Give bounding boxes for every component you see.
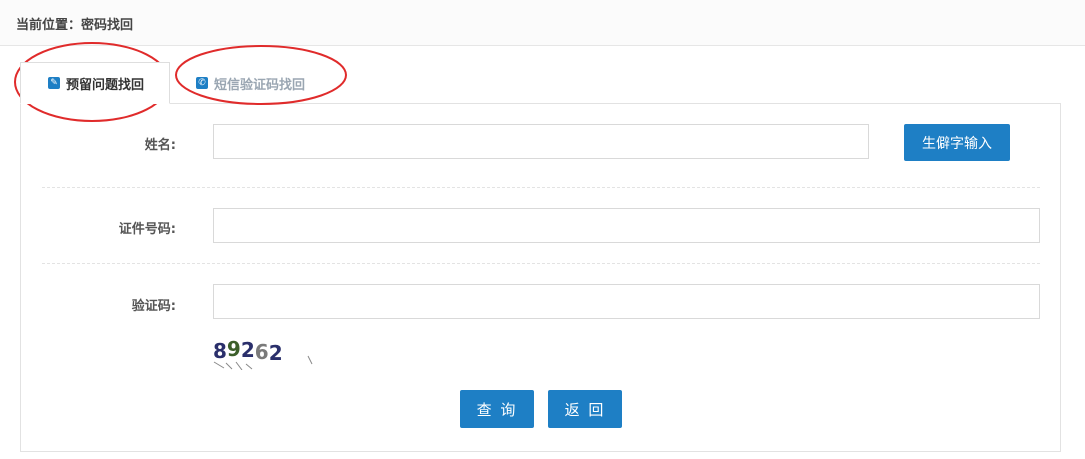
captcha-input[interactable] [213, 284, 1040, 319]
captcha-image[interactable]: 89262 [212, 336, 322, 370]
tab-sms-code[interactable]: ✆ 短信验证码找回 [186, 62, 346, 104]
rare-char-input-button[interactable]: 生僻字输入 [904, 124, 1010, 161]
tab-preset-question[interactable]: ✎ 预留问题找回 [20, 62, 170, 104]
back-button[interactable]: 返 回 [548, 390, 622, 428]
tab-label: 短信验证码找回 [214, 77, 306, 93]
tab-label: 预留问题找回 [66, 77, 145, 93]
captcha-text: 89262 [213, 337, 283, 365]
divider [42, 263, 1040, 264]
divider [42, 187, 1040, 188]
breadcrumb: 当前位置：密码找回 [16, 18, 134, 33]
top-bar: 当前位置：密码找回 [0, 0, 1085, 46]
name-label: 姓名: [144, 138, 176, 153]
id-number-label: 证件号码: [118, 222, 176, 237]
name-input[interactable] [213, 124, 869, 159]
query-button[interactable]: 查 询 [460, 390, 534, 428]
id-number-input[interactable] [213, 208, 1040, 243]
pencil-icon: ✎ [48, 77, 60, 89]
phone-icon: ✆ [196, 77, 208, 89]
captcha-label: 验证码: [131, 299, 176, 314]
